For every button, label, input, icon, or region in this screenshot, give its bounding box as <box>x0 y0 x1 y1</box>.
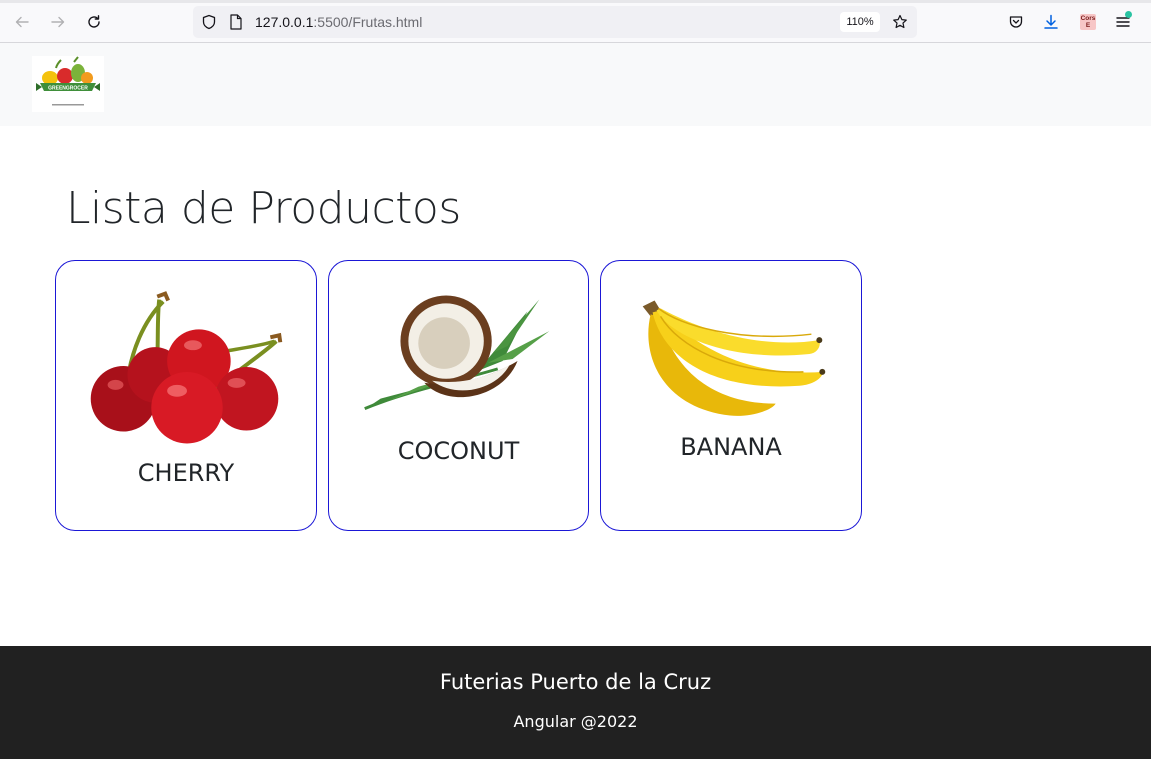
notification-dot <box>1125 11 1132 18</box>
browser-toolbar: 127.0.0.1:5500/Frutas.html 110% Cors E <box>0 0 1151 43</box>
url-text[interactable]: 127.0.0.1:5500/Frutas.html <box>255 14 422 30</box>
logo-graphic: GREENGROCER <box>36 56 100 106</box>
site-header: GREENGROCER <box>0 43 1151 126</box>
back-button[interactable] <box>9 9 35 35</box>
product-card-banana[interactable]: BANANA <box>600 260 862 531</box>
footer-title: Futerias Puerto de la Cruz <box>439 670 712 694</box>
star-icon[interactable] <box>892 14 908 30</box>
page-edge <box>1147 126 1151 646</box>
shield-icon[interactable] <box>201 14 217 30</box>
reload-button[interactable] <box>81 9 107 35</box>
url-path: :5500/Frutas.html <box>313 14 423 30</box>
url-host: 127.0.0.1 <box>255 14 314 30</box>
forward-button[interactable] <box>45 9 71 35</box>
arrow-left-icon <box>15 16 29 28</box>
footer-subtitle: Angular @2022 <box>513 712 638 731</box>
pocket-button[interactable] <box>1007 13 1025 31</box>
logo-text: GREENGROCER <box>48 86 88 92</box>
product-name: BANANA <box>680 433 782 461</box>
cors-extension-button[interactable]: Cors E <box>1080 14 1096 30</box>
coconut-image <box>364 295 550 410</box>
pocket-icon <box>1009 16 1023 28</box>
address-bar[interactable]: 127.0.0.1:5500/Frutas.html 110% <box>193 6 917 38</box>
tab-strip <box>0 0 1151 3</box>
product-name: CHERRY <box>137 459 235 487</box>
downloads-button[interactable] <box>1042 13 1060 31</box>
site-footer: Futerias Puerto de la Cruz Angular @2022 <box>0 646 1151 759</box>
arrow-right-icon <box>51 16 65 28</box>
download-icon <box>1044 14 1058 29</box>
cors-extension-label: Cors E <box>1080 15 1096 29</box>
reload-icon <box>88 15 100 28</box>
banana-image <box>642 300 826 416</box>
greengrocer-logo[interactable]: GREENGROCER <box>32 56 104 112</box>
page-title: Lista de Productos <box>66 183 461 234</box>
cherry-image <box>90 291 283 444</box>
zoom-badge[interactable]: 110% <box>840 12 880 32</box>
page-icon <box>230 14 242 30</box>
product-name: COCONUT <box>397 437 520 465</box>
product-card-coconut[interactable]: COCONUT <box>328 260 589 531</box>
product-card-cherry[interactable]: CHERRY <box>55 260 317 531</box>
